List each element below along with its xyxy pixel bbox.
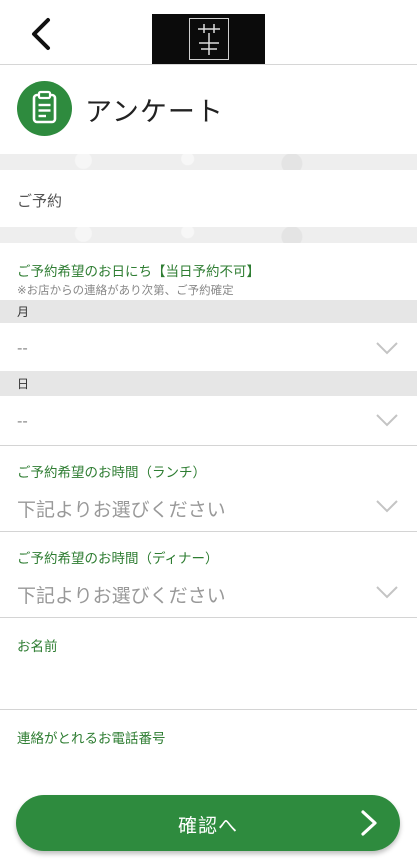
logo-mark [189,18,229,60]
app-header [0,0,417,65]
day-label: 日 [17,377,30,391]
decorative-band [0,154,417,170]
month-value: -- [17,339,28,357]
date-note: ※お店からの連絡があり次第、ご予約確定 [17,283,234,297]
phone-label: 連絡がとれるお電話番号 [17,731,166,747]
confirm-button-label: 確認へ [177,815,238,837]
chevron-down-icon [376,586,398,599]
section-heading: ご予約 [17,192,63,210]
date-label: ご予約希望のお日にち【当日予約不可】 [17,264,260,280]
dinner-time-select[interactable]: 下記よりお選びください [0,572,417,616]
divider [0,531,417,532]
name-input[interactable] [17,660,400,696]
page-title-row: アンケート [0,64,417,154]
chevron-down-icon [376,500,398,513]
dinner-time-value: 下記よりお選びください [17,585,226,607]
dinner-time-label: ご予約希望のお時間（ディナー） [17,551,219,567]
divider [0,445,417,446]
chevron-right-icon [361,810,377,836]
name-label: お名前 [17,639,58,655]
day-select[interactable]: -- [0,396,417,444]
day-value: -- [17,412,28,430]
brand-logo [152,14,265,64]
lunch-time-label: ご予約希望のお時間（ランチ） [17,465,206,481]
page-title: アンケート [85,97,224,128]
day-label-bar: 日 [0,371,417,396]
month-select[interactable]: -- [0,323,417,371]
lunch-time-select[interactable]: 下記よりお選びください [0,486,417,530]
decorative-band [0,227,417,243]
clipboard-icon [17,81,72,136]
month-label-bar: 月 [0,300,417,323]
confirm-button[interactable]: 確認へ [16,795,400,851]
month-label: 月 [17,305,30,319]
phone-input[interactable] [17,752,400,788]
chevron-left-icon[interactable] [22,14,62,54]
divider [0,709,417,710]
chevron-down-icon [376,414,398,427]
divider [0,617,417,618]
chevron-down-icon [376,342,398,355]
lunch-time-value: 下記よりお選びください [17,499,226,521]
